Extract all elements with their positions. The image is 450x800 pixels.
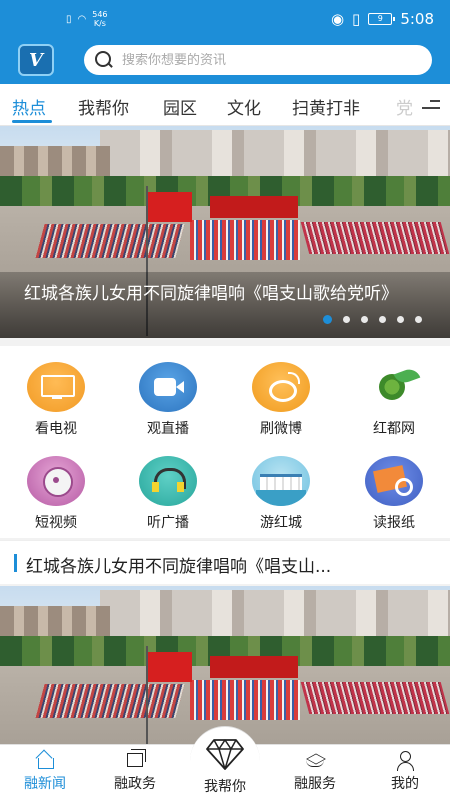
news-section-header[interactable]: 红城各族儿女用不同旋律唱响《唱支山... [0,540,450,584]
app-header: V [0,40,450,84]
carousel-dot[interactable] [397,316,404,323]
tab-party[interactable]: 党 [396,94,413,119]
shortcut-tour-city[interactable]: 游红城 [225,440,337,532]
shortcut-label: 刷微博 [260,421,302,437]
nav-label: 融政务 [114,776,156,792]
user-icon [395,751,415,771]
shortcut-radio[interactable]: 听广播 [112,440,224,532]
eye-icon: ◉ [330,10,345,28]
category-tabs: 热点 我帮你 园区 文化 扫黄打非 党 [0,84,450,126]
tab-culture[interactable]: 文化 [227,94,261,119]
shortcut-watch-tv[interactable]: 看电视 [0,346,112,438]
status-left: ▯ ◠ 546 K/s [66,10,108,28]
carousel-dot[interactable] [323,315,332,324]
vibrate-icon: ▯ [352,10,361,28]
newspaper-icon [365,456,423,506]
weibo-icon [252,362,310,412]
nav-services[interactable]: 融服务 [270,745,360,800]
search-input[interactable] [122,52,402,68]
shortcut-grid: 看电视 观直播 刷微博 红都网 短视频 听广播 游红城 读报纸 [0,346,450,538]
carousel-dots [323,315,422,324]
section-title[interactable]: 红城各族儿女用不同旋律唱响《唱支山... [26,552,331,577]
nav-help-you[interactable]: 我帮你 [184,726,266,800]
shortcut-label: 红都网 [373,421,415,437]
battery-icon: 9 [368,13,396,25]
status-right: ◉ ▯ 9 5:08 [331,10,434,28]
news-photo[interactable] [0,586,450,744]
carousel-dot[interactable] [343,316,350,323]
nav-label: 我帮你 [204,779,246,795]
network-speed: 546 K/s [92,10,107,28]
layers-icon [305,751,325,769]
tab-park[interactable]: 园区 [163,94,197,119]
section-accent-bar [14,554,17,572]
carousel-dot[interactable] [361,316,368,323]
shortcut-label: 游红城 [260,515,302,531]
network-speed-value: 546 [92,10,108,19]
nav-label: 融新闻 [24,776,66,792]
status-bar: ▯ ◠ 546 K/s ◉ ▯ 9 5:08 [0,0,450,40]
nav-label: 我的 [391,776,419,792]
shortcut-label: 看电视 [35,421,77,437]
home-icon [35,751,55,769]
film-reel-icon [27,456,85,506]
shortcut-newspaper[interactable]: 读报纸 [338,440,450,532]
tab-help-you[interactable]: 我帮你 [78,94,129,119]
carousel-dot[interactable] [415,316,422,323]
shortcut-label: 听广播 [147,515,189,531]
search-bar[interactable] [84,45,432,75]
shortcut-live[interactable]: 观直播 [112,346,224,438]
video-camera-icon [139,362,197,412]
shortcut-short-video[interactable]: 短视频 [0,440,112,532]
clock: 5:08 [400,10,434,28]
tab-anti-porn[interactable]: 扫黄打非 [292,94,360,119]
sim-icon: ▯ [66,13,72,25]
shortcut-label: 短视频 [35,515,77,531]
nav-mine[interactable]: 我的 [360,745,450,800]
city-landmark-icon [252,456,310,506]
tab-hot[interactable]: 热点 [12,94,46,119]
app-logo[interactable]: V [18,44,54,76]
wifi-icon: ◠ [77,13,87,25]
shortcut-label: 观直播 [147,421,189,437]
tv-icon [27,362,85,412]
shortcut-label: 读报纸 [373,515,415,531]
nav-label: 融服务 [294,776,336,792]
shortcut-weibo[interactable]: 刷微博 [225,346,337,438]
nav-news[interactable]: 融新闻 [0,745,90,800]
carousel-dot[interactable] [379,316,386,323]
app-root: ▯ ◠ 546 K/s ◉ ▯ 9 5:08 V 热点 我帮你 园区 文化 扫黄… [0,0,450,800]
headphones-icon [139,456,197,506]
diamond-icon [206,739,244,770]
tabs-menu-icon[interactable] [422,100,440,112]
nav-government[interactable]: 融政务 [90,745,180,800]
search-icon [94,50,114,70]
leaf-globe-icon [365,362,423,412]
active-tab-indicator [12,120,52,123]
shortcut-hongdu[interactable]: 红都网 [338,346,450,438]
news-photo-image [0,586,450,744]
windows-icon [125,749,146,769]
network-speed-unit: K/s [93,19,106,28]
headline-carousel[interactable]: 红城各族儿女用不同旋律唱响《唱支山歌给党听》 [0,126,450,338]
banner-caption[interactable]: 红城各族儿女用不同旋律唱响《唱支山歌给党听》 [0,272,450,338]
